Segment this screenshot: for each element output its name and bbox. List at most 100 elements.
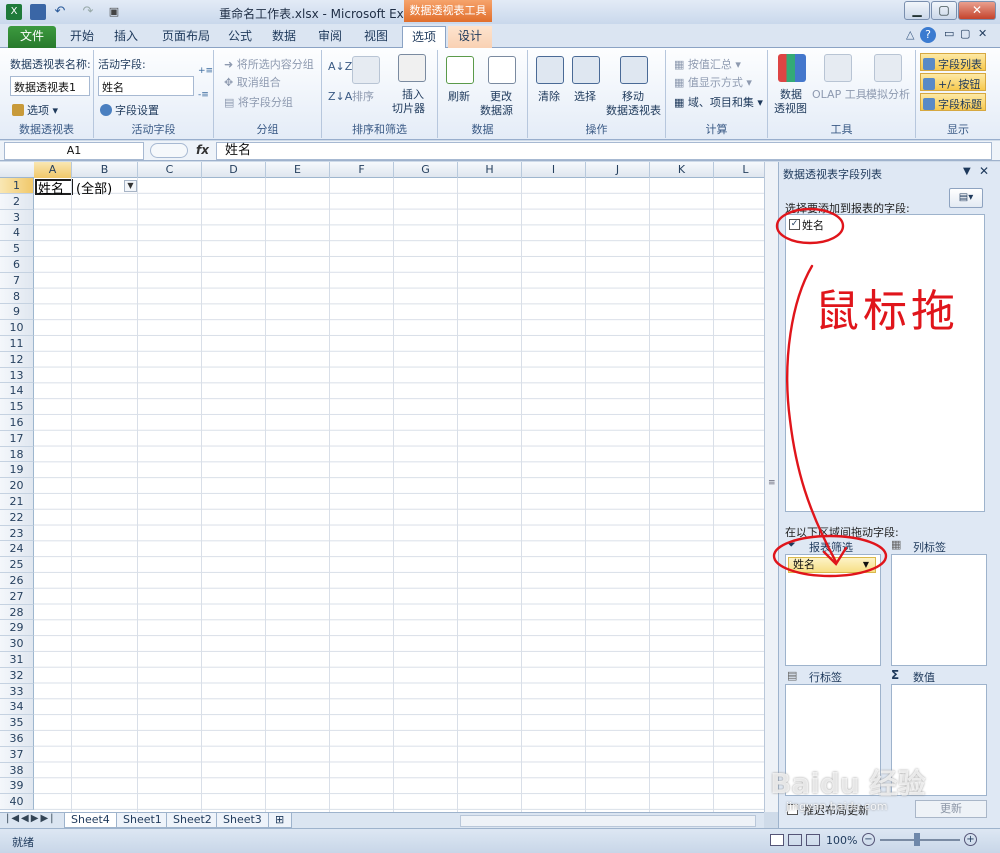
tab-file[interactable]: 文件 — [8, 26, 56, 48]
active-field-input[interactable]: 姓名 — [98, 76, 194, 96]
tab-view[interactable]: 视图 — [358, 26, 394, 48]
report-filter-area[interactable]: 姓名 ▼ — [785, 554, 881, 666]
column-header[interactable]: F — [330, 162, 394, 178]
tab-options[interactable]: 选项 — [402, 26, 446, 48]
row-header[interactable]: 38 — [0, 762, 34, 779]
row-header[interactable]: 35 — [0, 715, 34, 731]
column-header[interactable]: A — [34, 162, 72, 178]
row-header[interactable]: 9 — [0, 304, 34, 321]
zoom-level[interactable]: 100% — [826, 834, 857, 847]
page-break-view-icon[interactable] — [806, 834, 820, 846]
zoom-out-icon[interactable]: − — [862, 833, 875, 846]
column-header[interactable]: K — [650, 162, 714, 178]
plus-minus-toggle[interactable]: +/- 按钮 — [920, 73, 986, 91]
row-header[interactable]: 5 — [0, 241, 34, 257]
change-source-button-line2[interactable]: 数据源 — [480, 102, 513, 118]
row-header[interactable]: 28 — [0, 604, 34, 621]
ribbon-minimize-icon[interactable]: △ — [906, 28, 914, 41]
tab-formulas[interactable]: 公式 — [222, 26, 258, 48]
column-header[interactable]: B — [72, 162, 138, 178]
options-button[interactable]: 选项 ▾ — [12, 102, 58, 118]
row-header[interactable]: 12 — [0, 351, 34, 368]
sort-za-icon[interactable]: Z↓A — [328, 90, 352, 103]
column-header[interactable]: D — [202, 162, 266, 178]
column-labels-area[interactable] — [891, 554, 987, 666]
expand-field-icon[interactable]: +≡ — [198, 66, 213, 76]
maximize-button[interactable]: ▢ — [931, 1, 957, 20]
row-header[interactable]: 30 — [0, 636, 34, 652]
row-header[interactable]: 37 — [0, 746, 34, 763]
field-name[interactable]: 姓名 — [802, 217, 824, 233]
fields-items-sets-button[interactable]: ▦ 域、项目和集 ▾ — [674, 94, 763, 110]
doc-restore-button[interactable]: ▢ — [960, 27, 970, 40]
sheet-tab-sheet3[interactable]: Sheet3 — [216, 813, 269, 828]
sort-az-icon[interactable]: A↓Z — [328, 60, 352, 73]
row-header[interactable]: 22 — [0, 509, 34, 526]
pivot-chart-button-line2[interactable]: 透视图 — [774, 100, 807, 116]
row-header[interactable]: 17 — [0, 430, 34, 447]
layout-options-icon[interactable]: ▤▾ — [949, 188, 983, 208]
row-header[interactable]: 13 — [0, 367, 34, 384]
summarize-by-button[interactable]: ▦ 按值汇总 ▾ — [674, 56, 741, 72]
row-header[interactable]: 8 — [0, 288, 34, 305]
row-header[interactable]: 6 — [0, 257, 34, 273]
row-header[interactable]: 24 — [0, 541, 34, 558]
pivot-name-input[interactable]: 数据透视表1 — [10, 76, 90, 96]
vertical-scrollbar[interactable]: ≡ — [764, 162, 778, 812]
move-pivot-button-line2[interactable]: 数据透视表 — [606, 102, 661, 118]
row-header[interactable]: 40 — [0, 794, 34, 810]
column-header[interactable]: E — [266, 162, 330, 178]
horizontal-scrollbar[interactable] — [460, 815, 756, 827]
normal-view-icon[interactable] — [770, 834, 784, 846]
row-header[interactable]: 31 — [0, 652, 34, 668]
sheet-tab-sheet2[interactable]: Sheet2 — [166, 813, 219, 828]
chip-dropdown-icon[interactable]: ▼ — [863, 558, 869, 572]
insert-slicer-button-line2[interactable]: 切片器 — [392, 100, 425, 116]
row-header[interactable]: 33 — [0, 683, 34, 700]
cell-b1[interactable]: (全部) — [76, 178, 112, 197]
help-icon[interactable]: ? — [920, 27, 936, 43]
cell-area[interactable] — [34, 178, 764, 812]
row-header[interactable]: 36 — [0, 731, 34, 747]
row-header[interactable]: 39 — [0, 778, 34, 795]
row-header[interactable]: 15 — [0, 399, 34, 415]
row-header[interactable]: 10 — [0, 320, 34, 336]
collapse-field-icon[interactable]: -≡ — [198, 90, 209, 100]
tab-insert[interactable]: 插入 — [108, 26, 144, 48]
select-button[interactable]: 选择 — [574, 88, 596, 104]
field-settings-button[interactable]: 字段设置 — [100, 102, 159, 118]
formula-input[interactable]: 姓名 — [216, 142, 992, 160]
column-header[interactable]: J — [586, 162, 650, 178]
row-header[interactable]: 32 — [0, 667, 34, 684]
row-header[interactable]: 3 — [0, 209, 34, 226]
row-header[interactable]: 1 — [0, 178, 34, 194]
row-header[interactable]: 2 — [0, 193, 34, 210]
ungroup-button[interactable]: ✥ 取消组合 — [224, 74, 281, 90]
row-header[interactable]: 16 — [0, 415, 34, 431]
group-selection-button[interactable]: ➜ 将所选内容分组 — [224, 56, 314, 72]
field-headers-toggle[interactable]: 字段标题 — [920, 93, 986, 111]
group-field-button[interactable]: ▤ 将字段分组 — [224, 94, 293, 110]
sort-button[interactable]: 排序 — [352, 88, 374, 104]
update-button[interactable]: 更新 — [915, 800, 987, 818]
zoom-slider-thumb[interactable] — [914, 833, 920, 846]
row-header[interactable]: 11 — [0, 336, 34, 352]
row-header[interactable]: 23 — [0, 525, 34, 542]
tab-design[interactable]: 设计 — [448, 26, 492, 48]
row-header[interactable]: 19 — [0, 462, 34, 479]
insert-function-icon[interactable]: fx — [196, 143, 209, 157]
panel-close-icon[interactable]: ✕ — [979, 164, 989, 178]
filter-field-chip[interactable]: 姓名 ▼ — [788, 557, 876, 573]
tab-home[interactable]: 开始 — [64, 26, 100, 48]
name-box[interactable]: A1 — [4, 142, 144, 160]
sheet-tab-sheet1[interactable]: Sheet1 — [116, 813, 169, 828]
doc-minimize-button[interactable]: ▭ — [944, 27, 954, 40]
row-header[interactable]: 20 — [0, 478, 34, 494]
tab-data[interactable]: 数据 — [266, 26, 302, 48]
column-header[interactable]: H — [458, 162, 522, 178]
doc-close-button[interactable]: ✕ — [978, 27, 987, 40]
refresh-button[interactable]: 刷新 — [448, 88, 470, 104]
close-button[interactable]: ✕ — [958, 1, 996, 20]
row-header[interactable]: 25 — [0, 557, 34, 573]
row-header[interactable]: 18 — [0, 446, 34, 463]
